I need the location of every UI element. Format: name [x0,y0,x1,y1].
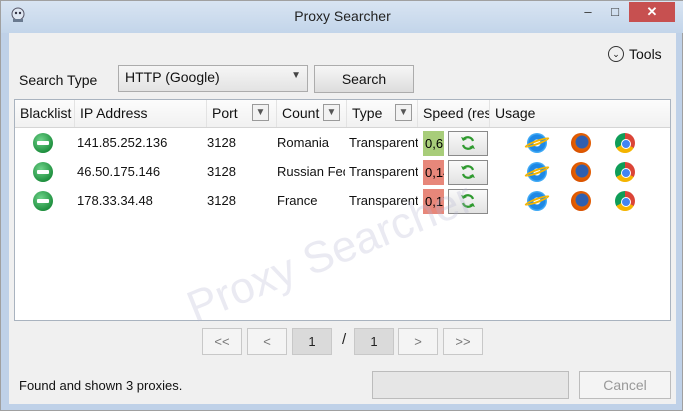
first-page-button[interactable]: << [202,328,242,355]
app-window: Proxy Searcher – □ ✕ ⌄ Tools Search Type… [0,0,683,411]
table-header: Blacklist IP Address Port ▼ Count ▼ Type ▼ … [15,100,670,128]
ip-cell: 46.50.175.146 [77,164,161,179]
firefox-icon[interactable] [571,162,591,182]
speed-cell: 0,14 [423,160,444,185]
refresh-button[interactable] [448,160,488,185]
ip-cell: 178.33.34.48 [77,193,153,208]
search-type-value: HTTP (Google) [125,69,220,85]
column-header-speed[interactable]: Speed (res [418,100,490,127]
speed-cell: 0,6 [423,131,444,156]
chevron-down-circle-icon: ⌄ [608,46,624,62]
internet-explorer-icon[interactable] [527,162,547,182]
firefox-icon[interactable] [571,191,591,211]
type-cell: Transparent [349,164,418,179]
last-page-button[interactable]: >> [443,328,483,355]
search-button[interactable]: Search [314,65,414,93]
speed-cell: 0,17 [423,189,444,214]
table-row[interactable]: 178.33.34.48 3128 France Transparent 0,1… [15,186,670,215]
table-row[interactable]: 46.50.175.146 3128 Russian Federation Tr… [15,157,670,186]
column-header-type-label: Type [352,105,383,121]
type-cell: Transparent [349,135,418,150]
chevron-down-icon: ▼ [291,70,301,81]
minimize-button[interactable]: – [575,2,601,22]
filter-icon[interactable]: ▼ [395,104,412,121]
internet-explorer-icon[interactable] [527,133,547,153]
country-cell: France [277,193,318,208]
port-cell: 3128 [207,135,236,150]
progress-bar [372,371,569,399]
refresh-button[interactable] [448,189,488,214]
tools-label: Tools [629,46,662,62]
prev-page-button[interactable]: < [247,328,287,355]
column-header-type[interactable]: Type ▼ [347,100,418,127]
refresh-icon [461,194,475,208]
ip-cell: 141.85.252.136 [77,135,168,150]
blacklist-icon[interactable] [33,162,53,182]
country-cell: Russian Federation [277,164,345,179]
country-cell: Romania [277,135,330,150]
current-page[interactable]: 1 [292,328,332,355]
column-header-port-label: Port [212,105,238,121]
column-header-port[interactable]: Port ▼ [207,100,277,127]
status-text: Found and shown 3 proxies. [19,378,183,393]
title-bar: Proxy Searcher – □ ✕ [1,1,683,33]
internet-explorer-icon[interactable] [527,191,547,211]
chrome-icon[interactable] [615,162,635,182]
next-page-button[interactable]: > [398,328,438,355]
main-panel: ⌄ Tools Search Type HTTP (Google) ▼ Sear… [9,33,676,404]
refresh-icon [461,136,475,150]
blacklist-icon[interactable] [33,133,53,153]
search-type-select[interactable]: HTTP (Google) ▼ [118,65,308,92]
blacklist-icon[interactable] [33,191,53,211]
firefox-icon[interactable] [571,133,591,153]
type-cell: Transparent [349,193,418,208]
cancel-button[interactable]: Cancel [579,371,671,399]
chrome-icon[interactable] [615,191,635,211]
refresh-button[interactable] [448,131,488,156]
column-header-country-label: Count [282,105,320,121]
port-cell: 3128 [207,164,236,179]
proxy-table: Blacklist IP Address Port ▼ Count ▼ Type ▼ … [14,99,671,321]
column-header-blacklist[interactable]: Blacklist [15,100,75,127]
refresh-icon [461,165,475,179]
column-header-country[interactable]: Count ▼ [277,100,347,127]
column-header-ip[interactable]: IP Address [75,100,207,127]
maximize-button[interactable]: □ [602,2,628,22]
search-type-label: Search Type [19,72,98,88]
filter-icon[interactable]: ▼ [252,104,269,121]
tools-menu[interactable]: ⌄ Tools [608,45,662,63]
chrome-icon[interactable] [615,133,635,153]
total-pages: 1 [354,328,394,355]
filter-icon[interactable]: ▼ [323,104,340,121]
page-separator: / [342,331,347,348]
table-row[interactable]: 141.85.252.136 3128 Romania Transparent … [15,128,670,157]
column-header-usage[interactable]: Usage [490,100,670,127]
close-button[interactable]: ✕ [629,2,675,22]
port-cell: 3128 [207,193,236,208]
